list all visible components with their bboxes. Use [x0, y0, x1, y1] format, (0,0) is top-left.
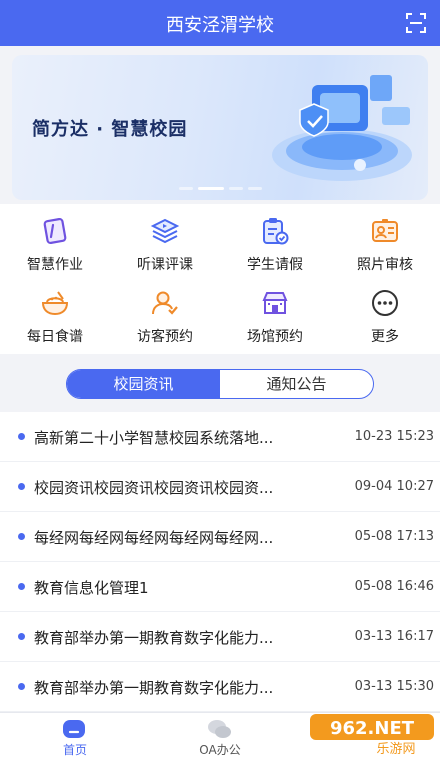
grid-item-visitor[interactable]: 访客预约	[110, 276, 220, 348]
leave-icon	[263, 218, 289, 245]
news-item[interactable]: 教育部举办第一期教育数字化能力... 03-13 15:30	[0, 662, 440, 712]
news-date: 05-08 16:46	[354, 579, 434, 594]
oa-chat-icon	[208, 720, 231, 738]
news-date: 03-13 15:30	[354, 679, 434, 694]
news-date: 05-08 17:13	[354, 529, 434, 544]
venue-icon	[262, 292, 288, 314]
scan-icon[interactable]	[404, 11, 428, 35]
tab-notices[interactable]: 通知公告	[220, 370, 373, 398]
bullet-dot	[18, 633, 25, 640]
grid-item-more[interactable]: 更多	[330, 276, 440, 348]
lecture-icon	[150, 218, 180, 244]
grid-item-label: 照片审核	[357, 257, 413, 273]
bullet-dot	[18, 433, 25, 440]
news-item[interactable]: 教育部举办第一期教育数字化能力... 03-13 16:17	[0, 612, 440, 662]
news-title: 校园资讯校园资讯校园资讯校园资...	[34, 479, 274, 497]
grid-item-leave[interactable]: 学生请假	[220, 204, 330, 276]
news-item[interactable]: 教育信息化管理1 05-08 16:46	[0, 562, 440, 612]
recipe-icon	[41, 291, 69, 316]
visitor-icon	[152, 291, 178, 315]
news-title: 每经网每经网每经网每经网每经网...	[34, 529, 274, 547]
tab-campus-news[interactable]: 校园资讯	[67, 370, 220, 398]
grid-item-homework[interactable]: 智慧作业	[0, 204, 110, 276]
bullet-dot	[18, 533, 25, 540]
nav-home-label: 首页	[62, 743, 87, 757]
more-icon	[372, 290, 398, 316]
news-date: 09-04 10:27	[354, 479, 434, 494]
news-title: 高新第二十小学智慧校园系统落地...	[34, 429, 274, 447]
grid-item-label: 场馆预约	[247, 329, 303, 345]
banner-illustration	[272, 75, 412, 181]
watermark-logo: 962.NET 乐游网	[310, 714, 434, 756]
bullet-dot	[18, 583, 25, 590]
nav-oa-label: OA办公	[199, 743, 241, 757]
news-item[interactable]: 校园资讯校园资讯校园资讯校园资... 09-04 10:27	[0, 462, 440, 512]
grid-item-venue[interactable]: 场馆预约	[220, 276, 330, 348]
grid-item-lecture[interactable]: 听课评课	[110, 204, 220, 276]
grid-item-label: 智慧作业	[27, 257, 83, 273]
grid-item-recipe[interactable]: 每日食谱	[0, 276, 110, 348]
news-title: 教育部举办第一期教育数字化能力...	[34, 629, 274, 647]
news-list: 高新第二十小学智慧校园系统落地... 10-23 15:23 校园资讯校园资讯校…	[0, 412, 440, 712]
grid-item-label: 更多	[371, 329, 399, 345]
bullet-dot	[18, 483, 25, 490]
news-title: 教育部举办第一期教育数字化能力...	[34, 679, 274, 697]
page-title: 西安泾渭学校	[166, 15, 274, 36]
grid-item-label: 听课评课	[137, 257, 193, 273]
grid-item-label: 访客预约	[137, 329, 193, 345]
news-tabs-bar: 校园资讯 通知公告	[0, 362, 440, 410]
app-header: 西安泾渭学校	[0, 0, 440, 46]
news-title: 教育信息化管理1	[34, 579, 149, 597]
news-date: 10-23 15:23	[354, 429, 434, 444]
grid-item-label: 学生请假	[247, 257, 303, 273]
banner-slogan: 简方达 · 智慧校园	[32, 119, 188, 140]
watermark-sub: 乐游网	[376, 742, 415, 756]
homework-icon	[43, 217, 67, 245]
banner-carousel[interactable]: 简方达 · 智慧校园	[12, 55, 428, 200]
grid-item-photo-review[interactable]: 照片审核	[330, 204, 440, 276]
news-tabs: 校园资讯 通知公告	[66, 369, 374, 399]
home-icon	[63, 720, 85, 738]
function-grid: 智慧作业 听课评课 学生请假 照片审核 每日食谱 访客预约 场馆预约 更多	[0, 204, 440, 354]
news-date: 03-13 16:17	[354, 629, 434, 644]
nav-oa[interactable]: OA办公	[145, 713, 295, 760]
news-item[interactable]: 每经网每经网每经网每经网每经网... 05-08 17:13	[0, 512, 440, 562]
watermark-text: 962.NET	[330, 718, 415, 739]
photo-review-icon	[372, 219, 398, 242]
bullet-dot	[18, 683, 25, 690]
carousel-indicator	[12, 187, 428, 190]
grid-item-label: 每日食谱	[27, 329, 83, 345]
news-item[interactable]: 高新第二十小学智慧校园系统落地... 10-23 15:23	[0, 412, 440, 462]
nav-home[interactable]: 首页	[0, 713, 150, 760]
